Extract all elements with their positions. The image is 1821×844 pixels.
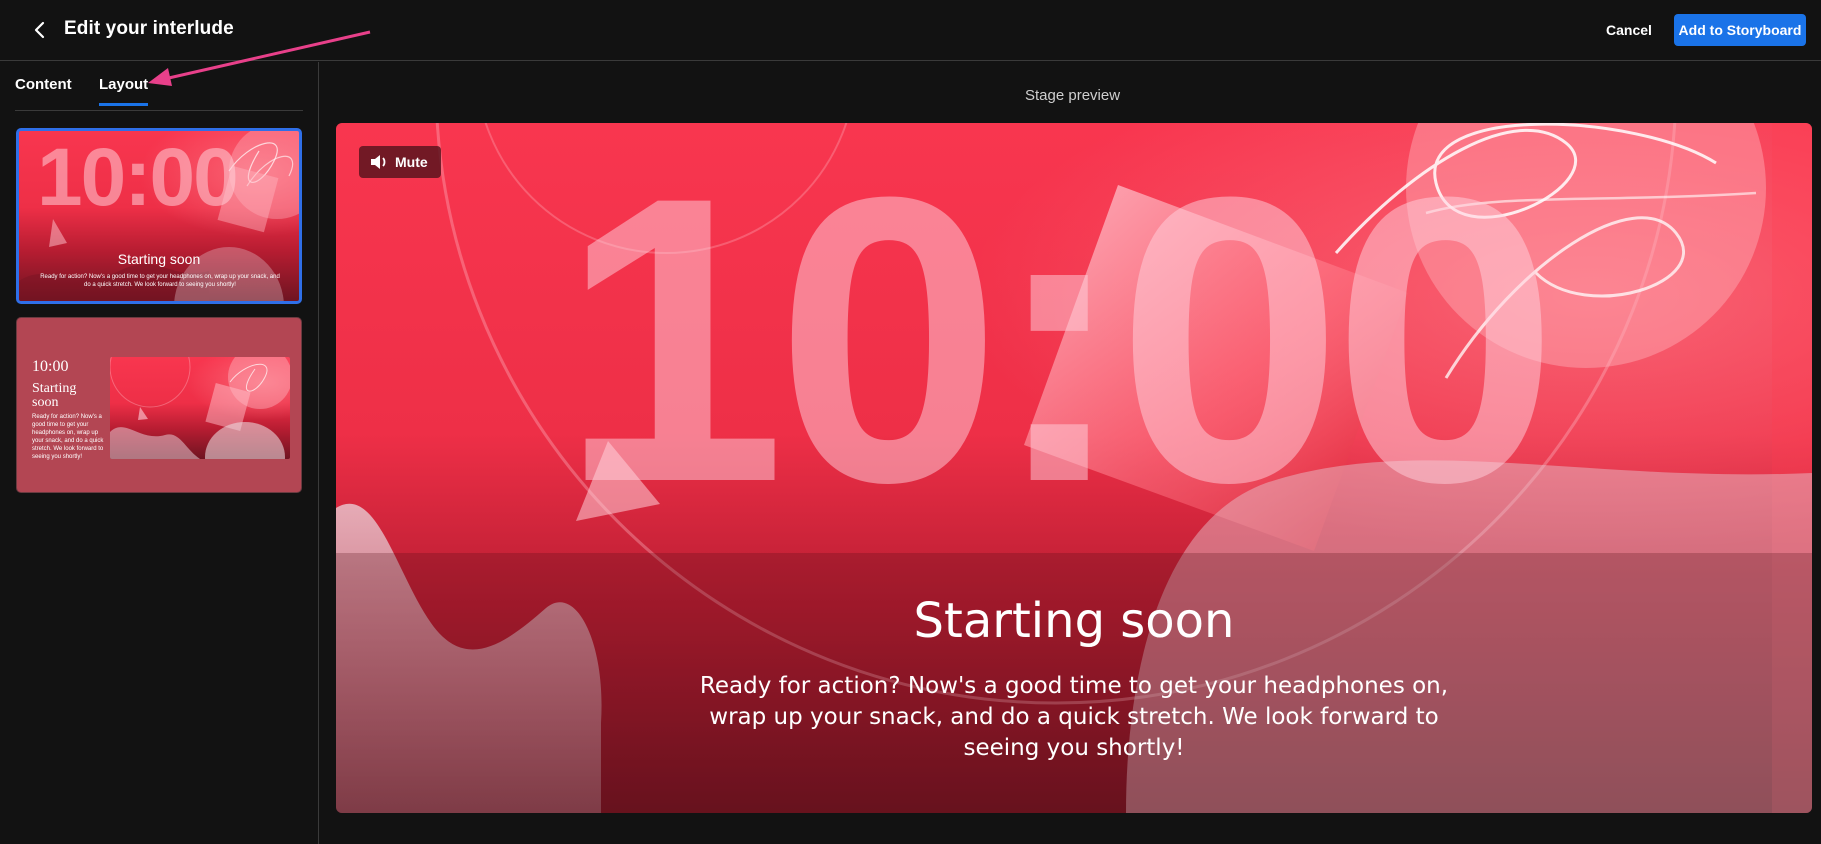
top-bar: Edit your interlude Cancel Add to Storyb… bbox=[0, 0, 1821, 61]
page-title: Edit your interlude bbox=[64, 18, 234, 39]
layout-clock: 10:00 bbox=[37, 132, 239, 223]
mute-label: Mute bbox=[395, 154, 428, 170]
countdown-clock: 10:00 bbox=[560, 123, 1558, 567]
layout-description: Ready for action? Now's a good time to g… bbox=[40, 274, 280, 288]
back-button[interactable] bbox=[26, 16, 54, 44]
mute-button[interactable]: Mute bbox=[359, 146, 441, 178]
speaker-icon bbox=[371, 155, 386, 169]
layout-thumbnail-art bbox=[110, 357, 290, 459]
layout-description: Ready for action? Now's a good time to g… bbox=[32, 414, 104, 460]
layout-title: Starting soon bbox=[32, 381, 77, 410]
sidebar-tabs: Content Layout bbox=[15, 62, 303, 111]
stage-preview: 10:00 Mute Starting soon Ready for actio… bbox=[336, 123, 1812, 813]
stage-description: Ready for action? Now's a good time to g… bbox=[699, 673, 1449, 761]
stage-title: Starting soon bbox=[913, 593, 1235, 649]
layout-option-fullscreen[interactable]: 10:00 Starting soon Ready for action? No… bbox=[16, 128, 302, 304]
stage-preview-label: Stage preview bbox=[1025, 87, 1121, 104]
chevron-left-icon bbox=[34, 21, 45, 39]
add-to-storyboard-button[interactable]: Add to Storyboard bbox=[1674, 14, 1806, 46]
cancel-button[interactable]: Cancel bbox=[1600, 16, 1658, 44]
layout-option-split[interactable]: 10:00 Starting soon Ready for action? No… bbox=[16, 317, 302, 493]
tab-layout[interactable]: Layout bbox=[99, 76, 149, 106]
tab-content[interactable]: Content bbox=[15, 76, 72, 105]
sidebar: Content Layout 10:00 Starting soon Ready… bbox=[0, 62, 319, 844]
layout-title: Starting soon bbox=[117, 251, 201, 267]
layout-clock: 10:00 bbox=[32, 358, 69, 375]
layout-thumbnail-art: 10:00 Starting soon Ready for action? No… bbox=[19, 131, 299, 301]
